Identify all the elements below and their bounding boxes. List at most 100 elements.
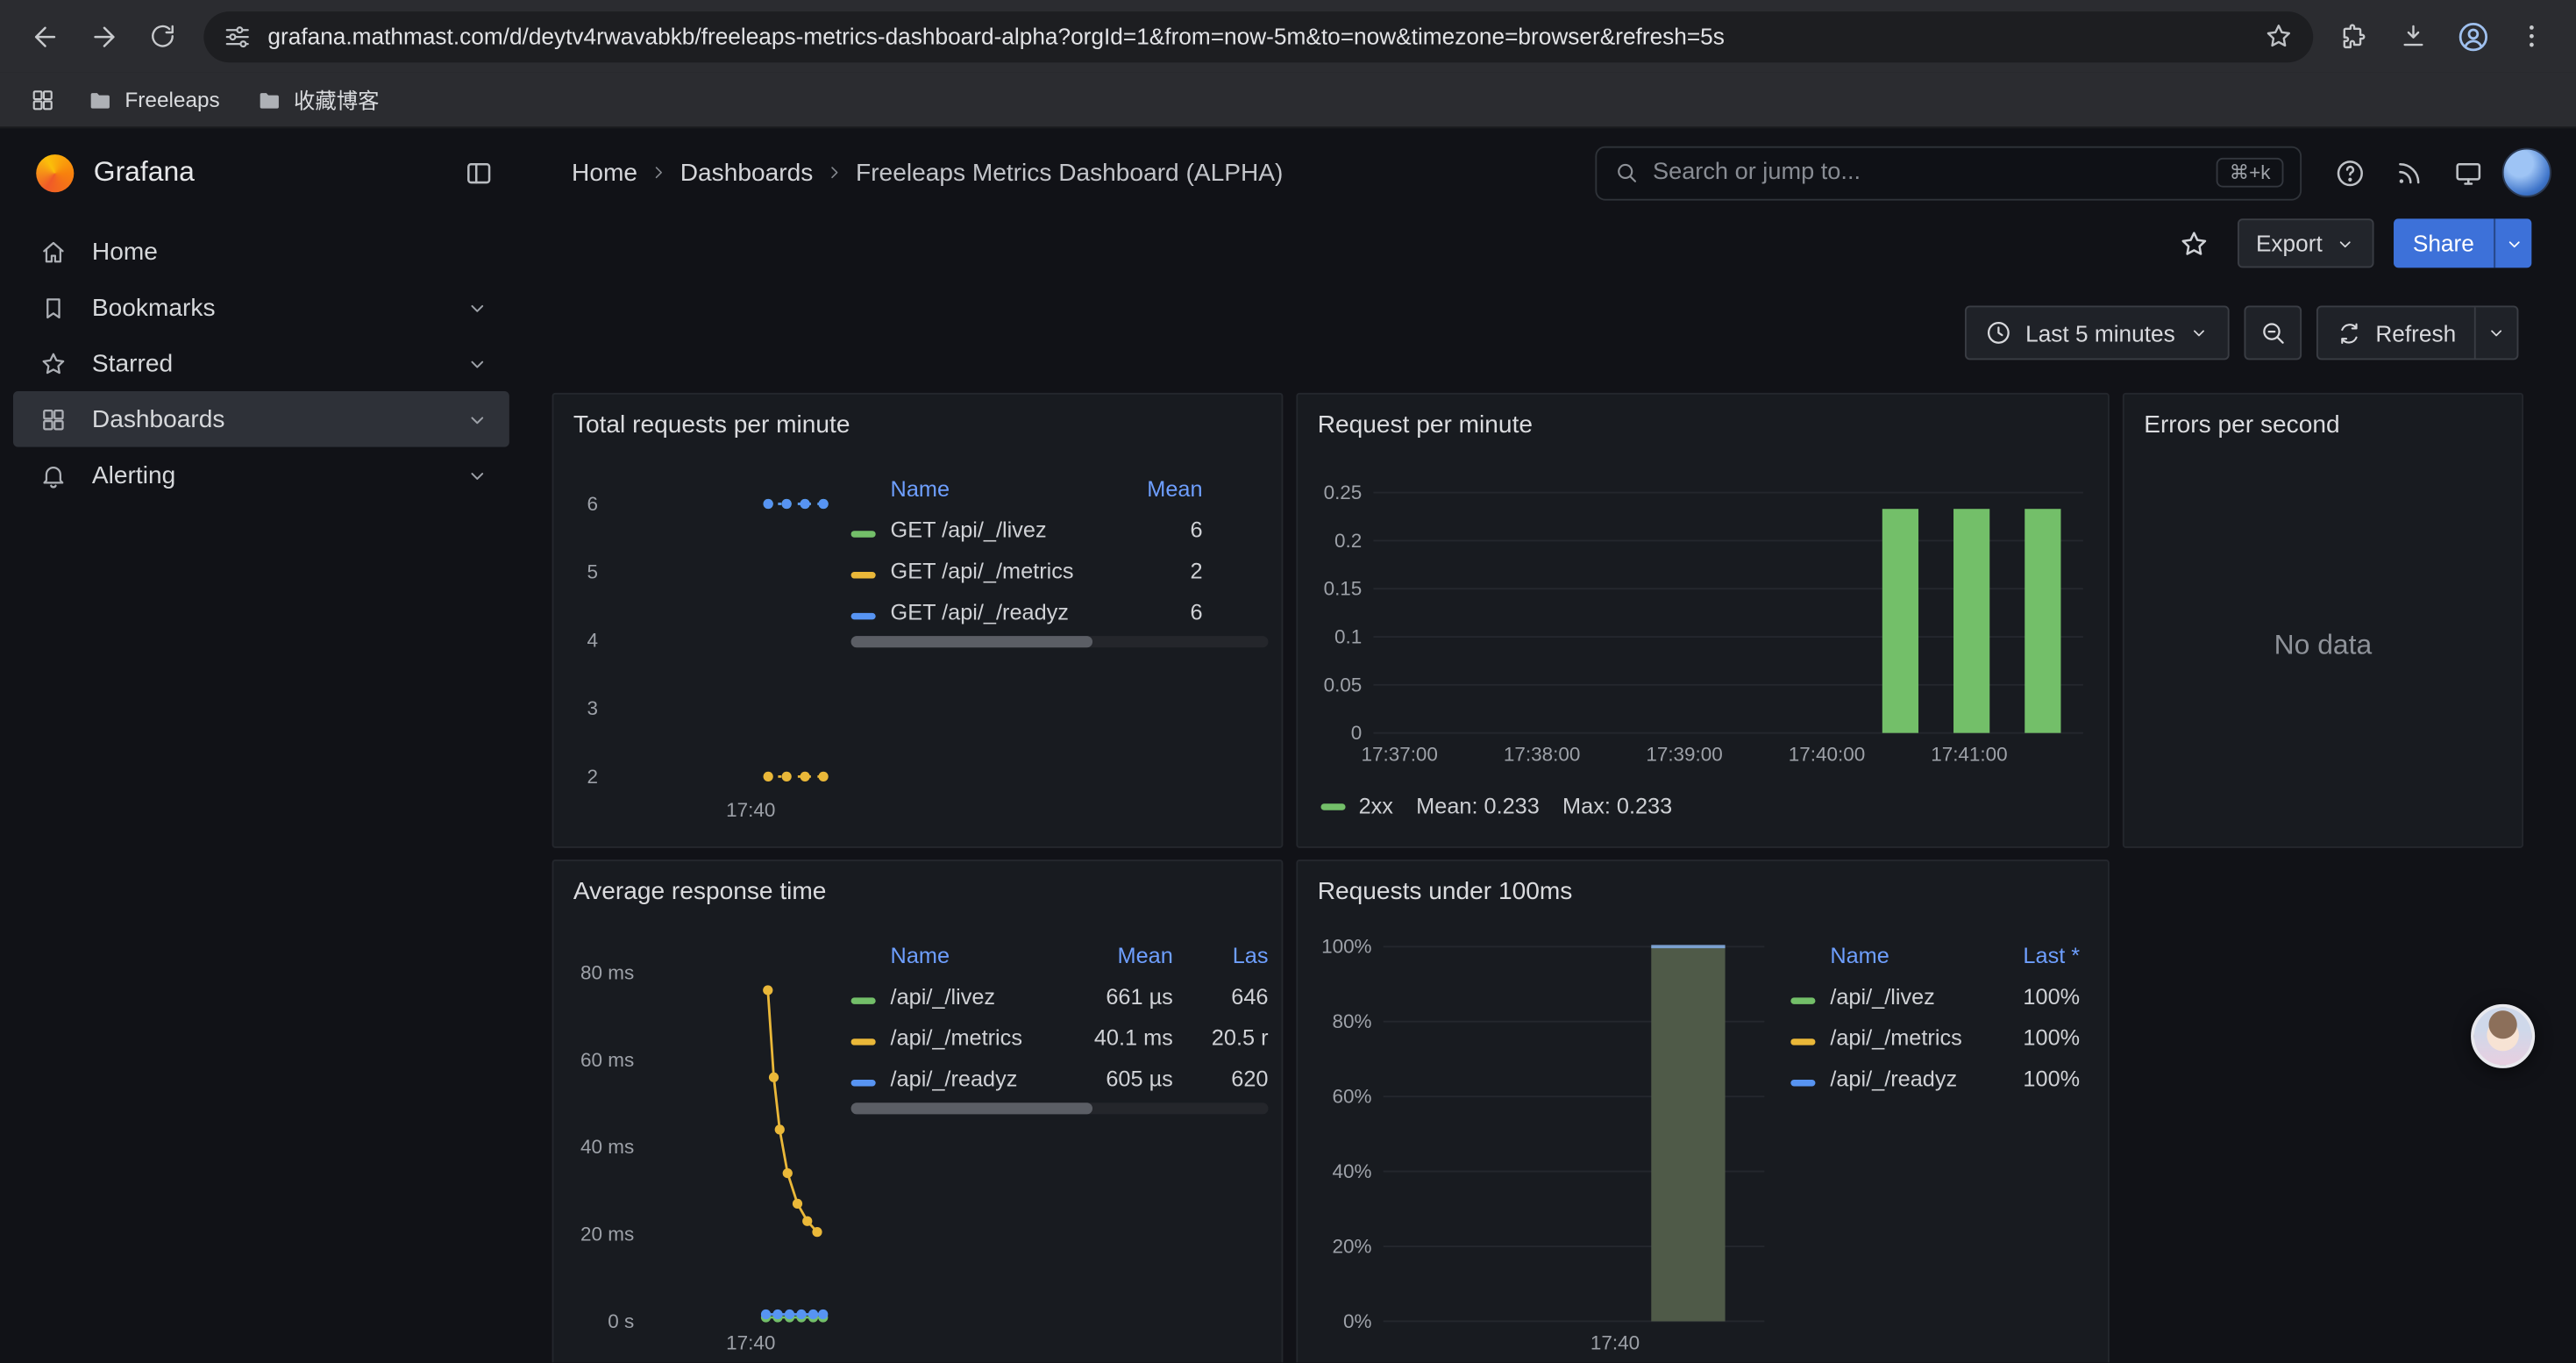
floating-assistant-avatar[interactable] <box>2471 1004 2535 1068</box>
back-button[interactable] <box>17 8 73 64</box>
panel-title[interactable]: Requests under 100ms <box>1298 861 2108 906</box>
panel-title[interactable]: Request per minute <box>1298 395 2108 439</box>
legend-col-last[interactable]: Last * <box>1982 943 2080 967</box>
svg-text:0.2: 0.2 <box>1334 530 1362 552</box>
extensions-button[interactable] <box>2326 8 2382 64</box>
share-menu-button[interactable] <box>2494 218 2531 268</box>
star-icon <box>39 349 68 377</box>
legend-col-name[interactable]: Name <box>891 943 1088 967</box>
series-name: /api/_/livez <box>891 984 1088 1009</box>
legend-row[interactable]: /api/_/readyz 605 µs 620 <box>851 1059 1269 1100</box>
series-name: GET /api/_/metrics <box>891 559 1128 583</box>
legend-row[interactable]: /api/_/readyz 100% <box>1790 1059 2080 1100</box>
sidebar-item-alerting[interactable]: Alerting <box>13 447 509 503</box>
chevron-down-icon[interactable] <box>465 462 489 487</box>
sidebar-item-starred[interactable]: Starred <box>13 335 509 391</box>
downloads-button[interactable] <box>2386 8 2442 64</box>
share-split-button: Share <box>2393 218 2531 268</box>
site-settings-icon[interactable] <box>224 22 252 50</box>
svg-text:2: 2 <box>587 766 599 788</box>
requests-under-100ms-chart[interactable]: 100%80%60%40%20%0%17:40 <box>1311 924 1787 1362</box>
user-avatar[interactable] <box>2502 148 2551 197</box>
panel-errors-per-second: Errors per second No data <box>2123 393 2523 848</box>
total-requests-chart[interactable]: 6543217:40 <box>566 457 849 828</box>
legend-row[interactable]: GET /api/_/metrics 2 <box>851 551 1269 592</box>
favorite-star-button[interactable] <box>2169 218 2218 268</box>
bookmark-star-icon[interactable] <box>2264 21 2294 51</box>
apps-grid-button[interactable] <box>19 76 65 122</box>
panel-title[interactable]: Average response time <box>553 861 1281 906</box>
sidebar-item-label: Bookmarks <box>92 293 216 321</box>
browser-menu-button[interactable] <box>2504 8 2560 64</box>
sidebar-item-home[interactable]: Home <box>13 224 509 280</box>
grafana-logo[interactable] <box>36 153 74 191</box>
bookmark-label: Freeleaps <box>125 87 219 111</box>
export-label: Export <box>2256 230 2323 256</box>
news-button[interactable] <box>2384 148 2433 197</box>
svg-text:17:38:00: 17:38:00 <box>1504 744 1580 766</box>
zoom-out-button[interactable] <box>2244 306 2302 360</box>
chevron-down-icon[interactable] <box>465 351 489 375</box>
panel-title[interactable]: Errors per second <box>2124 395 2522 439</box>
legend-col-mean[interactable]: Mean <box>1127 475 1202 500</box>
bookmark-blog[interactable]: 收藏博客 <box>241 77 394 122</box>
grafana-header: Grafana Home Dashboards Freeleaps Metric… <box>0 128 2576 217</box>
series-name: /api/_/metrics <box>1830 1025 1981 1050</box>
svg-text:17:40: 17:40 <box>1590 1331 1640 1353</box>
series-name: /api/_/readyz <box>891 1067 1088 1091</box>
legend-row[interactable]: /api/_/livez 661 µs 646 <box>851 976 1269 1017</box>
search-input[interactable] <box>1653 160 2203 186</box>
chevron-down-icon[interactable] <box>465 295 489 319</box>
legend-scrollbar[interactable] <box>851 1103 1269 1114</box>
share-label: Share <box>2413 230 2474 256</box>
chevron-down-icon[interactable] <box>465 407 489 432</box>
no-data-message: No data <box>2124 444 2522 846</box>
sidebar-item-dashboards[interactable]: Dashboards <box>13 391 509 447</box>
legend-scrollbar[interactable] <box>851 636 1269 647</box>
legend-col-mean[interactable]: Mean <box>1087 943 1172 967</box>
legend-col-last[interactable]: Las <box>1173 943 1269 967</box>
legend-col-name[interactable]: Name <box>1830 943 1981 967</box>
series-mean: 6 <box>1127 600 1202 624</box>
refresh-interval-button[interactable] <box>2474 307 2517 358</box>
reload-button[interactable] <box>135 8 191 64</box>
time-range-picker[interactable]: Last 5 minutes <box>1965 306 2230 360</box>
legend-row[interactable]: /api/_/metrics 100% <box>1790 1017 2080 1059</box>
series-swatch <box>851 531 876 537</box>
bookmark-label: 收藏博客 <box>294 84 379 116</box>
help-button[interactable] <box>2324 148 2373 197</box>
clock-icon <box>1984 319 2012 347</box>
breadcrumb-home[interactable]: Home <box>572 159 637 187</box>
bookmarks-bar: Freeleaps 收藏博客 <box>0 72 2576 128</box>
profile-button[interactable] <box>2444 8 2501 64</box>
bookmark-icon <box>39 293 68 321</box>
legend-col-name[interactable]: Name <box>891 475 1128 500</box>
sidebar-toggle-button[interactable] <box>453 148 502 197</box>
search-shortcut: ⌘+k <box>2217 158 2284 188</box>
sidebar-item-bookmarks[interactable]: Bookmarks <box>13 280 509 336</box>
svg-text:4: 4 <box>587 629 599 651</box>
monitor-button[interactable] <box>2443 148 2492 197</box>
legend-header: Name Mean <box>851 467 1269 510</box>
legend-table: Name Last * /api/_/livez 100% /api/_/met… <box>1790 933 2080 1099</box>
legend-row[interactable]: GET /api/_/livez 6 <box>851 510 1269 551</box>
refresh-button[interactable]: Refresh <box>2318 307 2474 358</box>
legend-row[interactable]: /api/_/metrics 40.1 ms 20.5 r <box>851 1017 1269 1059</box>
time-controls: Last 5 minutes Refresh <box>1965 306 2519 360</box>
scrollbar-thumb[interactable] <box>851 1103 1093 1114</box>
forward-button[interactable] <box>75 8 132 64</box>
export-button[interactable]: Export <box>2238 218 2373 268</box>
legend-header: Name Last * <box>1790 933 2080 976</box>
breadcrumb-dashboards[interactable]: Dashboards <box>680 159 814 187</box>
chart-legend[interactable]: 2xx Mean: 0.233 Max: 0.233 <box>1320 794 1672 818</box>
svg-text:60 ms: 60 ms <box>580 1049 634 1071</box>
url-bar[interactable]: grafana.mathmast.com/d/deytv4rwavabkb/fr… <box>203 11 2313 61</box>
panel-title[interactable]: Total requests per minute <box>553 395 1281 439</box>
legend-row[interactable]: /api/_/livez 100% <box>1790 976 2080 1017</box>
scrollbar-thumb[interactable] <box>851 636 1093 647</box>
bookmark-freeleaps[interactable]: Freeleaps <box>72 80 234 119</box>
legend-row[interactable]: GET /api/_/readyz 6 <box>851 592 1269 633</box>
request-per-minute-chart[interactable]: 0.250.20.150.10.05017:37:0017:38:0017:39… <box>1311 457 2096 776</box>
share-button[interactable]: Share <box>2393 218 2494 268</box>
average-response-time-chart[interactable]: 80 ms60 ms40 ms20 ms0 s17:40 <box>566 924 849 1362</box>
